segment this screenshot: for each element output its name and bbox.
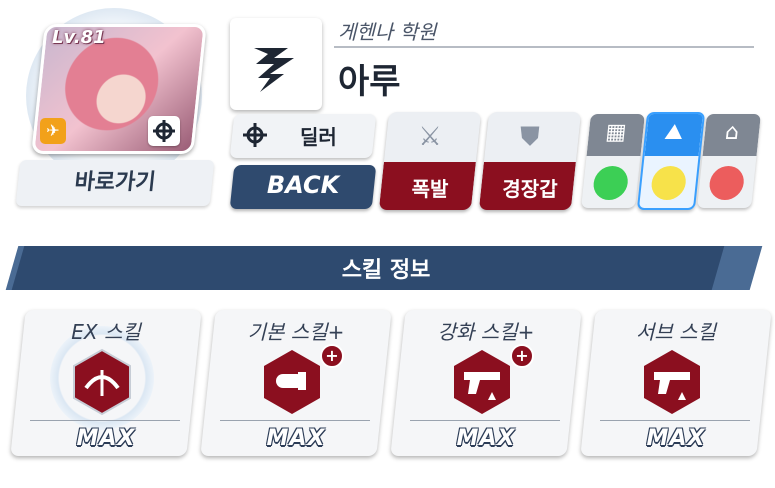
skill-banner-title: 스킬 정보 <box>341 258 431 283</box>
mood-bad-icon <box>707 166 746 200</box>
sword-icon: ⚔ <box>418 122 442 152</box>
name-divider <box>334 46 754 48</box>
pistol-buff-icon <box>454 350 510 414</box>
skill-level: MAX <box>266 426 326 451</box>
plus-icon: + <box>320 344 344 368</box>
terrain-city[interactable]: ▦ <box>581 114 645 208</box>
mood-great-icon <box>591 166 630 200</box>
shortcut-button[interactable]: 바로가기 <box>15 160 215 206</box>
shield-icon: ⛊ <box>520 122 540 152</box>
level-label: Lv.81 <box>52 27 106 48</box>
terrain-indoor[interactable]: ⌂ <box>697 114 761 208</box>
skill-card-title: 서브 스킬 <box>636 320 716 344</box>
role-label: 딜러 <box>300 125 337 149</box>
card-divider <box>30 420 180 421</box>
terrain-outdoor[interactable]: ⛰ <box>636 112 706 210</box>
mood-neutral-icon <box>649 166 688 200</box>
outdoor-icon: ⛰ <box>663 120 685 145</box>
armor-type-label: 경장갑 <box>502 177 558 201</box>
indoor-icon: ⌂ <box>723 120 741 145</box>
city-icon: ▦ <box>604 120 628 145</box>
skill-level: MAX <box>456 426 516 451</box>
character-name: 아루 <box>338 62 401 102</box>
skill-card-title: 강화 스킬+ <box>437 320 535 344</box>
school-name: 게헨나 학원 <box>338 20 437 44</box>
striker-icon: ✈ <box>40 118 66 144</box>
skill-level: MAX <box>646 426 706 451</box>
card-divider <box>410 420 560 421</box>
crosshair-icon <box>148 116 180 146</box>
bullet-skill-icon <box>264 350 320 414</box>
pistol-buff-icon <box>644 350 700 414</box>
back-label: BACK <box>266 171 340 199</box>
skill-level: MAX <box>76 426 136 451</box>
plus-icon: + <box>510 344 534 368</box>
crosshair-icon <box>240 120 270 154</box>
bow-skill-icon <box>73 348 131 416</box>
card-divider <box>220 420 370 421</box>
attack-type-label: 폭발 <box>411 177 449 201</box>
card-divider <box>600 420 750 421</box>
gehenna-school-icon <box>230 18 322 110</box>
skill-card-title: 기본 스킬+ <box>247 320 345 344</box>
skill-card-title: EX 스킬 <box>71 320 141 344</box>
